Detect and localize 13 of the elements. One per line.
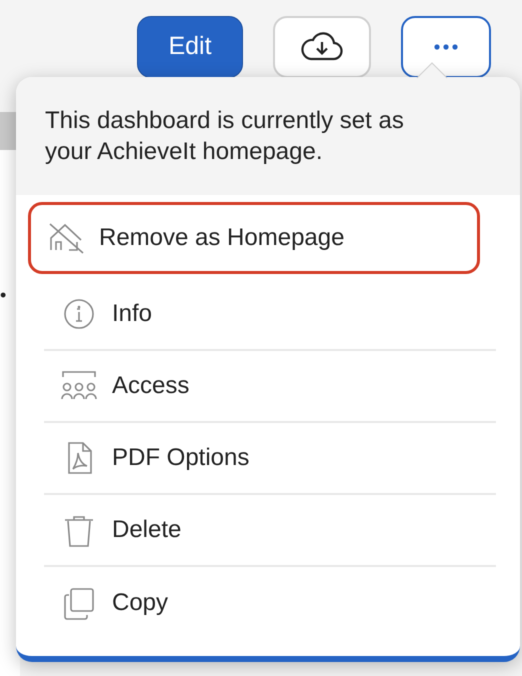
menu-item[interactable]: Info: [44, 279, 496, 351]
cloud-download-icon: [301, 32, 343, 62]
menu-item[interactable]: Remove as Homepage: [28, 202, 480, 274]
menu-item[interactable]: Copy: [44, 567, 496, 639]
menu-item[interactable]: PDF Options: [44, 423, 496, 495]
homepage-message: This dashboard is currently set as your AchieveIt homepage.: [45, 106, 405, 167]
menu-item[interactable]: Delete: [44, 495, 496, 567]
edit-button[interactable]: Edit: [137, 16, 243, 78]
bullet-mark: •: [0, 284, 6, 307]
menu-item[interactable]: Access: [44, 351, 496, 423]
download-button[interactable]: [273, 16, 371, 78]
more-button[interactable]: [401, 16, 491, 78]
more-icon: [434, 44, 458, 50]
